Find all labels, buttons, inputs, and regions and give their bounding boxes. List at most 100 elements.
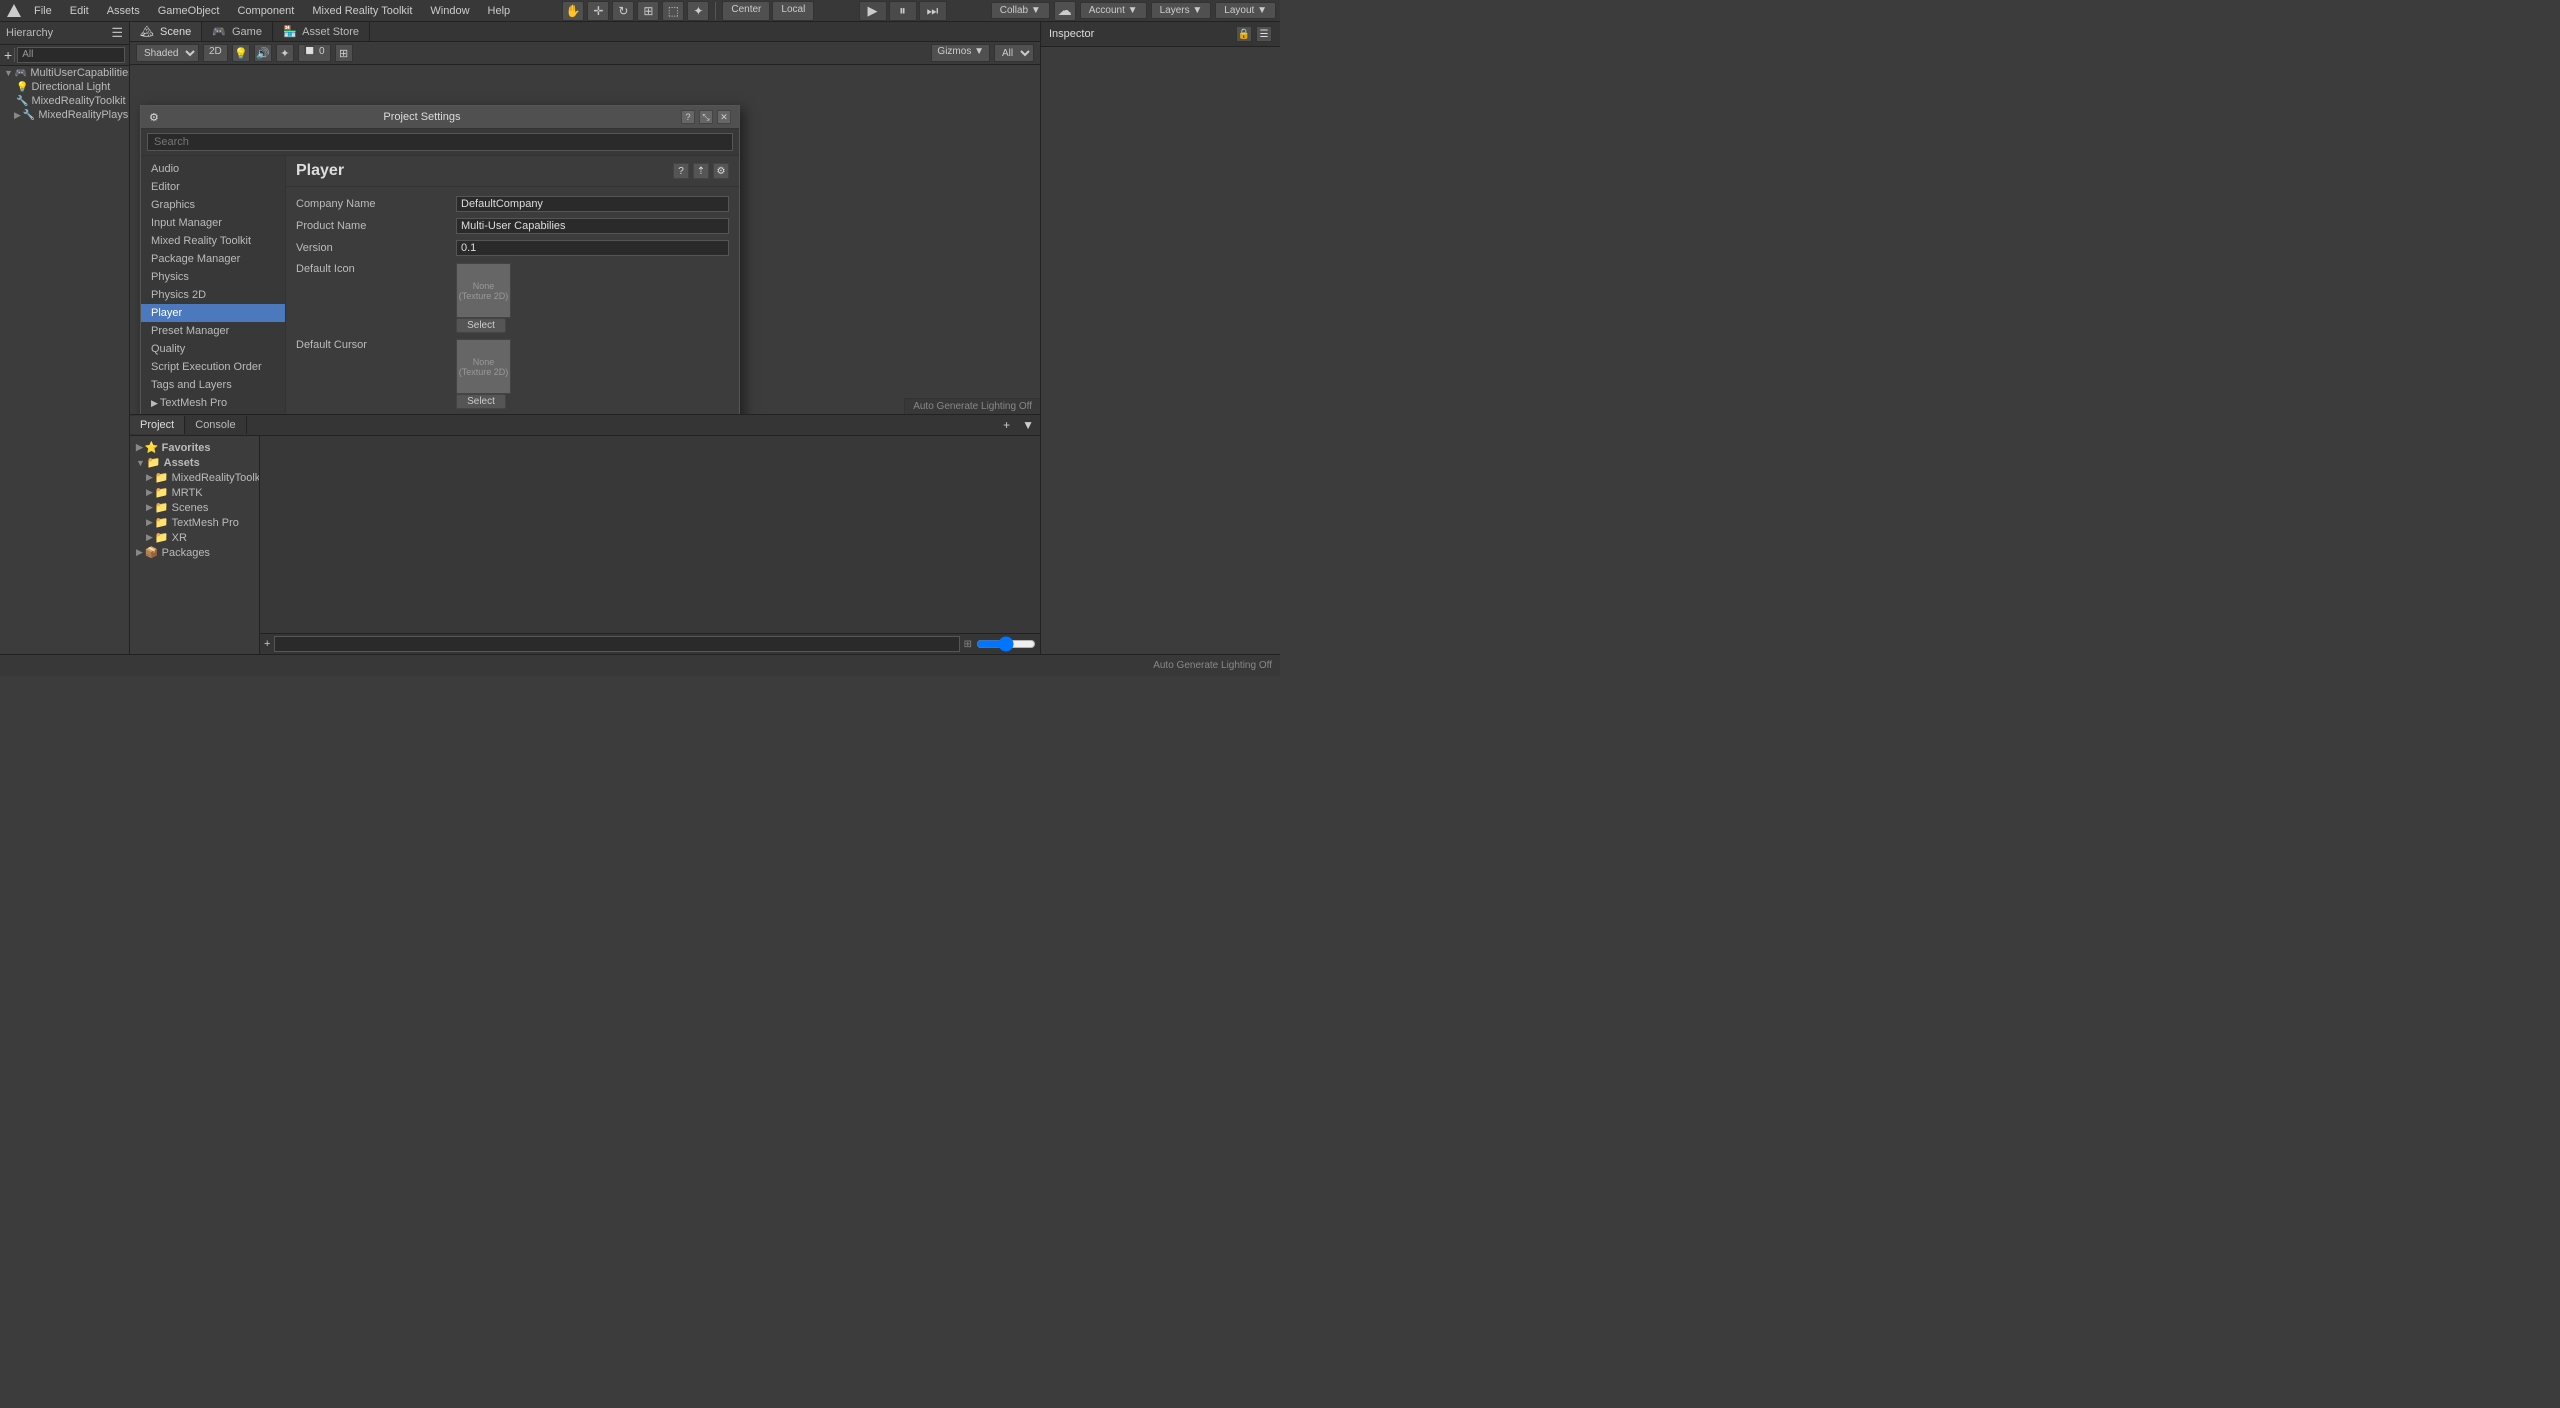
all-select[interactable]: All <box>994 44 1034 62</box>
asset-size-slider[interactable] <box>976 638 1036 650</box>
menu-component[interactable]: Component <box>229 3 302 19</box>
transform-tool-rotate[interactable]: ↻ <box>612 1 634 21</box>
sidebar-tags-layers[interactable]: Tags and Layers <box>141 376 285 394</box>
tab-console[interactable]: Console <box>185 416 246 434</box>
window-close-btn[interactable]: ✕ <box>717 110 731 124</box>
favorites-header[interactable]: ▶ ⭐ Favorites <box>134 440 255 455</box>
xr-arrow: ▶ <box>146 532 153 543</box>
sidebar-time[interactable]: Time <box>141 412 285 414</box>
tab-asset-store[interactable]: 🏪 Asset Store <box>273 22 370 41</box>
window-expand-btn[interactable]: ⤡ <box>699 110 713 124</box>
hierarchy-item-light[interactable]: 💡 Directional Light <box>0 80 129 94</box>
inspector-header: Inspector 🔒 ☰ <box>1041 22 1280 47</box>
asset-item-mrtk[interactable]: ▶ 📁 MRTK <box>134 485 255 500</box>
transform-tool-rect[interactable]: ⬚ <box>662 1 684 21</box>
layers-button[interactable]: Layers ▼ <box>1151 2 1212 19</box>
settings-help-icon[interactable]: ? <box>673 163 689 179</box>
hierarchy-panel: Hierarchy ☰ + All ▼ 🎮 MultiUserCapabilit… <box>0 22 129 654</box>
grid-opacity[interactable]: 🔲 0 <box>298 44 331 62</box>
sidebar-graphics[interactable]: Graphics <box>141 196 285 214</box>
asset-item-textmesh[interactable]: ▶ 📁 TextMesh Pro <box>134 515 255 530</box>
local-toggle[interactable]: Local <box>772 1 814 21</box>
asset-main-content: + ⊞ <box>260 436 1040 654</box>
collab-button[interactable]: Collab ▼ <box>991 2 1050 19</box>
menu-assets[interactable]: Assets <box>99 3 148 19</box>
settings-gear-icon[interactable]: ⚙ <box>713 163 729 179</box>
window-help-btn[interactable]: ? <box>681 110 695 124</box>
menu-bar: File Edit Assets GameObject Component Mi… <box>0 0 1280 22</box>
audio-toggle[interactable]: 🔊 <box>254 44 272 62</box>
effects-toggle[interactable]: ✦ <box>276 44 294 62</box>
assets-header[interactable]: ▼ 📁 Assets <box>134 455 255 470</box>
menu-edit[interactable]: Edit <box>62 3 97 19</box>
2d-toggle[interactable]: 2D <box>203 44 228 62</box>
sidebar-input-manager[interactable]: Input Manager <box>141 214 285 232</box>
menu-gameobject[interactable]: GameObject <box>150 3 228 19</box>
icon-texture-box: None(Texture 2D) <box>456 263 511 318</box>
account-button[interactable]: Account ▼ <box>1080 2 1147 19</box>
cursor-select-btn[interactable]: Select <box>456 394 506 409</box>
sidebar-physics-2d[interactable]: Physics 2D <box>141 286 285 304</box>
inspector-menu-icon[interactable]: ☰ <box>1256 26 1272 42</box>
pause-button[interactable]: ⏸ <box>889 1 917 21</box>
hierarchy-menu-icon[interactable]: ☰ <box>111 25 123 41</box>
sidebar-textmesh-pro[interactable]: ▶ TextMesh Pro <box>141 394 285 412</box>
icon-select-btn[interactable]: Select <box>456 318 506 333</box>
search-hierarchy-input[interactable]: All <box>17 47 125 63</box>
textmesh-arrow: ▶ <box>146 517 153 528</box>
sidebar-physics[interactable]: Physics <box>141 268 285 286</box>
cloud-button[interactable]: ☁ <box>1054 1 1076 21</box>
asset-search[interactable] <box>274 636 959 652</box>
transform-tool-scale[interactable]: ⊞ <box>637 1 659 21</box>
settings-search-input[interactable] <box>147 133 733 151</box>
product-name-input[interactable] <box>456 218 729 234</box>
layout-button[interactable]: Layout ▼ <box>1215 2 1276 19</box>
tab-project[interactable]: Project <box>130 416 185 434</box>
sidebar-player[interactable]: Player <box>141 304 285 322</box>
window-title-bar: ⚙ Project Settings ? ⤡ ✕ <box>141 106 739 129</box>
sidebar-audio[interactable]: Audio <box>141 160 285 178</box>
company-name-input[interactable] <box>456 196 729 212</box>
asset-panel-menu-btn[interactable]: ▼ <box>1016 415 1040 435</box>
tab-game[interactable]: 🎮 Game <box>202 22 273 41</box>
asset-item-xr[interactable]: ▶ 📁 XR <box>134 530 255 545</box>
game-icon: 🎮 <box>212 26 226 38</box>
tab-scene[interactable]: 🏔 Scene <box>130 22 202 41</box>
create-btn[interactable]: + <box>264 638 270 650</box>
transform-tool-combo[interactable]: ✦ <box>687 1 709 21</box>
light-toggle[interactable]: 💡 <box>232 44 250 62</box>
menu-mixed-reality[interactable]: Mixed Reality Toolkit <box>304 3 420 19</box>
settings-bookmark-icon[interactable]: ⇡ <box>693 163 709 179</box>
hierarchy-item-playspace[interactable]: ▶ 🔧 MixedRealityPlayspace <box>0 108 129 122</box>
menu-window[interactable]: Window <box>422 3 477 19</box>
menu-file[interactable]: File <box>26 3 60 19</box>
grid-settings[interactable]: ⊞ <box>335 44 353 62</box>
transform-tool-hand[interactable]: ✋ <box>562 1 584 21</box>
sidebar-mixed-reality-toolkit[interactable]: Mixed Reality Toolkit <box>141 232 285 250</box>
hierarchy-item-root[interactable]: ▼ 🎮 MultiUserCapabilities <box>0 66 129 80</box>
assets-icon: 📁 <box>147 456 161 469</box>
gizmos-btn[interactable]: Gizmos ▼ <box>931 44 990 62</box>
sidebar-preset-manager[interactable]: Preset Manager <box>141 322 285 340</box>
hierarchy-item-toolkit[interactable]: 🔧 MixedRealityToolkit <box>0 94 129 108</box>
menu-help[interactable]: Help <box>480 3 519 19</box>
asset-item-scenes[interactable]: ▶ 📁 Scenes <box>134 500 255 515</box>
unity-logo[interactable] <box>4 1 24 21</box>
asset-item-mrtk-generated[interactable]: ▶ 📁 MixedRealityToolkit.Generated <box>134 470 255 485</box>
scenes-arrow: ▶ <box>146 502 153 513</box>
sidebar-quality[interactable]: Quality <box>141 340 285 358</box>
inspector-lock-icon[interactable]: 🔒 <box>1236 26 1252 42</box>
shading-mode-select[interactable]: Shaded <box>136 44 199 62</box>
sidebar-editor[interactable]: Editor <box>141 178 285 196</box>
add-hierarchy-btn[interactable]: + <box>4 47 12 63</box>
asset-item-packages[interactable]: ▶ 📦 Packages <box>134 545 255 560</box>
center-toggle[interactable]: Center <box>722 1 770 21</box>
asset-panel-add-btn[interactable]: + <box>997 415 1016 435</box>
sidebar-package-manager[interactable]: Package Manager <box>141 250 285 268</box>
scene-toolbar: Shaded 2D 💡 🔊 ✦ 🔲 0 ⊞ Gizmos ▼ All <box>130 42 1040 65</box>
step-button[interactable]: ⏭ <box>919 1 947 21</box>
play-button[interactable]: ▶ <box>859 1 887 21</box>
sidebar-script-execution[interactable]: Script Execution Order <box>141 358 285 376</box>
transform-tool-move[interactable]: ✛ <box>587 1 609 21</box>
version-input[interactable] <box>456 240 729 256</box>
